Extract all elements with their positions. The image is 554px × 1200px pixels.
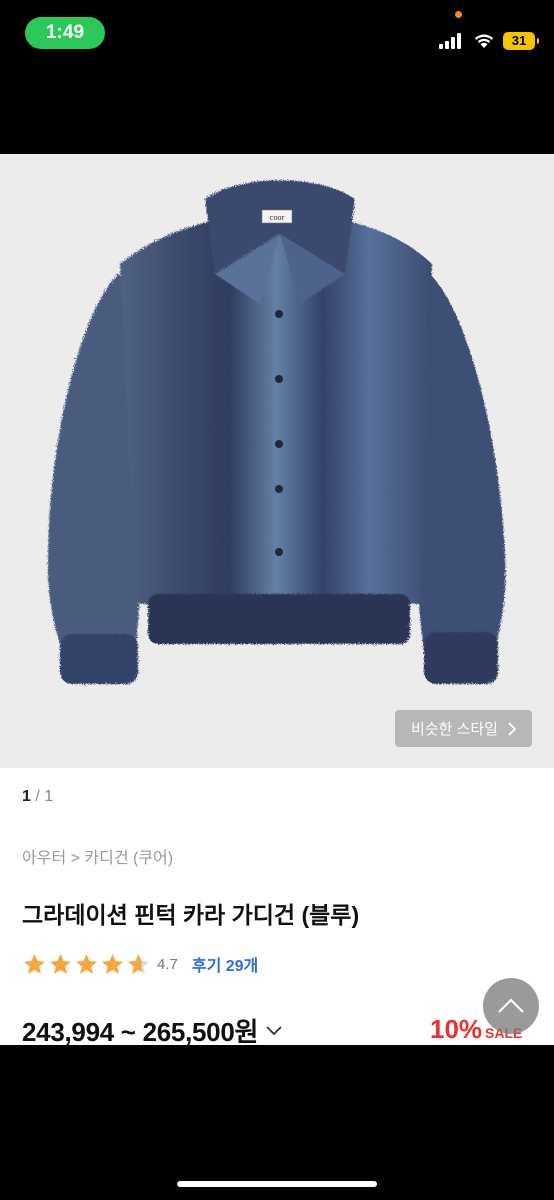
pager-total: 1: [44, 788, 54, 805]
price-row[interactable]: 243,994 ~ 265,500원: [22, 1012, 282, 1045]
chevron-down-icon[interactable]: [266, 1025, 282, 1036]
battery-icon: 31: [503, 32, 539, 50]
similar-style-button[interactable]: 비슷한 스타일: [395, 710, 532, 747]
star-half-icon: [128, 953, 149, 974]
product-info-panel: 1 / 1 아우터 > 카디건 (쿠어) 그라데이션 핀턱 카라 가디건 (블루…: [0, 768, 554, 1045]
star-rating: [22, 952, 151, 977]
chevron-right-icon: [508, 721, 516, 736]
chevron-up-icon: [498, 998, 524, 1013]
privacy-indicator-dot: [455, 11, 462, 18]
jacket-illustration: coor: [47, 180, 506, 684]
pager-separator: /: [35, 788, 40, 805]
wifi-icon: [474, 34, 494, 48]
product-image[interactable]: coor 비슷한 스타일: [0, 154, 554, 768]
star-icon: [76, 953, 97, 974]
similar-style-label: 비슷한 스타일: [411, 721, 498, 738]
price-range: 243,994 ~ 265,500원: [22, 1017, 259, 1045]
status-time: 1:49: [25, 17, 105, 49]
star-icon: [50, 953, 71, 974]
star-icon: [102, 953, 123, 974]
star-icon: [24, 953, 45, 974]
image-pager: 1 / 1: [22, 788, 53, 806]
discount-percent: 10%: [430, 1014, 483, 1044]
app-screen: 1:49 31 coor 비슷한 스타일 1 / 1 아우터 > 카디건 (쿠어…: [0, 0, 554, 1200]
rating-value: 4.7: [157, 955, 178, 973]
review-count-link[interactable]: 후기 29개: [192, 952, 258, 976]
category-breadcrumb[interactable]: 아우터 > 카디건 (쿠어): [22, 844, 173, 868]
product-title: 그라데이션 핀턱 카라 가디건 (블루): [22, 902, 360, 928]
status-bar: 1:49 31: [0, 0, 554, 70]
signal-icon: [439, 33, 461, 49]
scroll-to-top-button[interactable]: [483, 978, 539, 1034]
brand-label: coor: [270, 213, 285, 222]
home-indicator[interactable]: [177, 1181, 377, 1187]
rating-row: 4.7 후기 29개: [22, 951, 258, 977]
pager-current: 1: [22, 788, 31, 805]
